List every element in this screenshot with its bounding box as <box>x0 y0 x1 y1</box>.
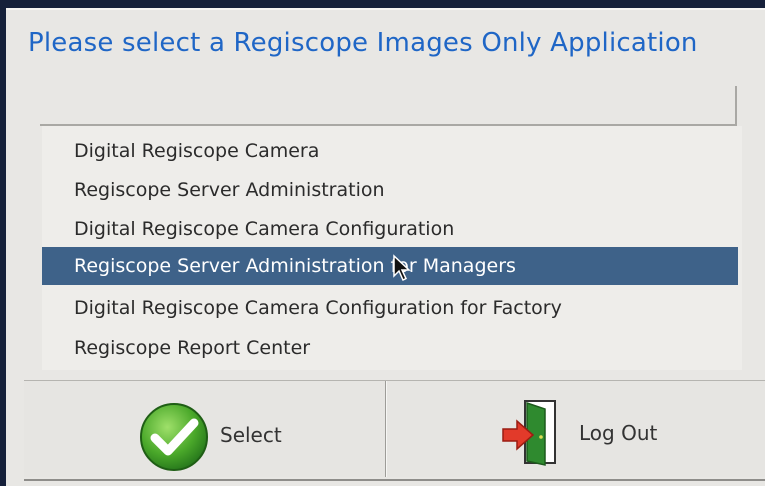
list-item-digital-regiscope-camera[interactable]: Digital Regiscope Camera <box>42 132 738 170</box>
log-out-button[interactable]: Log Out <box>386 381 765 477</box>
green-checkmark-icon <box>140 403 208 471</box>
list-header-bar <box>40 86 737 126</box>
select-button-label: Select <box>220 423 282 447</box>
application-list[interactable]: Digital Regiscope Camera Regiscope Serve… <box>42 126 742 370</box>
application-select-dialog: Please select a Regiscope Images Only Ap… <box>6 8 765 486</box>
list-item-camera-configuration-factory[interactable]: Digital Regiscope Camera Configuration f… <box>42 289 738 327</box>
log-out-button-label: Log Out <box>579 421 658 445</box>
exit-door-icon <box>502 400 556 466</box>
list-item-report-center[interactable]: Regiscope Report Center <box>42 329 738 367</box>
button-bar: Select Log Out <box>24 380 765 481</box>
dialog-title: Please select a Regiscope Images Only Ap… <box>28 28 698 58</box>
mouse-cursor-icon <box>393 254 411 282</box>
list-item-camera-configuration[interactable]: Digital Regiscope Camera Configuration <box>42 210 738 248</box>
select-button[interactable]: Select <box>24 381 386 477</box>
list-item-server-administration[interactable]: Regiscope Server Administration <box>42 171 738 209</box>
list-item-server-administration-managers[interactable]: Regiscope Server Administration for Mana… <box>42 247 738 285</box>
